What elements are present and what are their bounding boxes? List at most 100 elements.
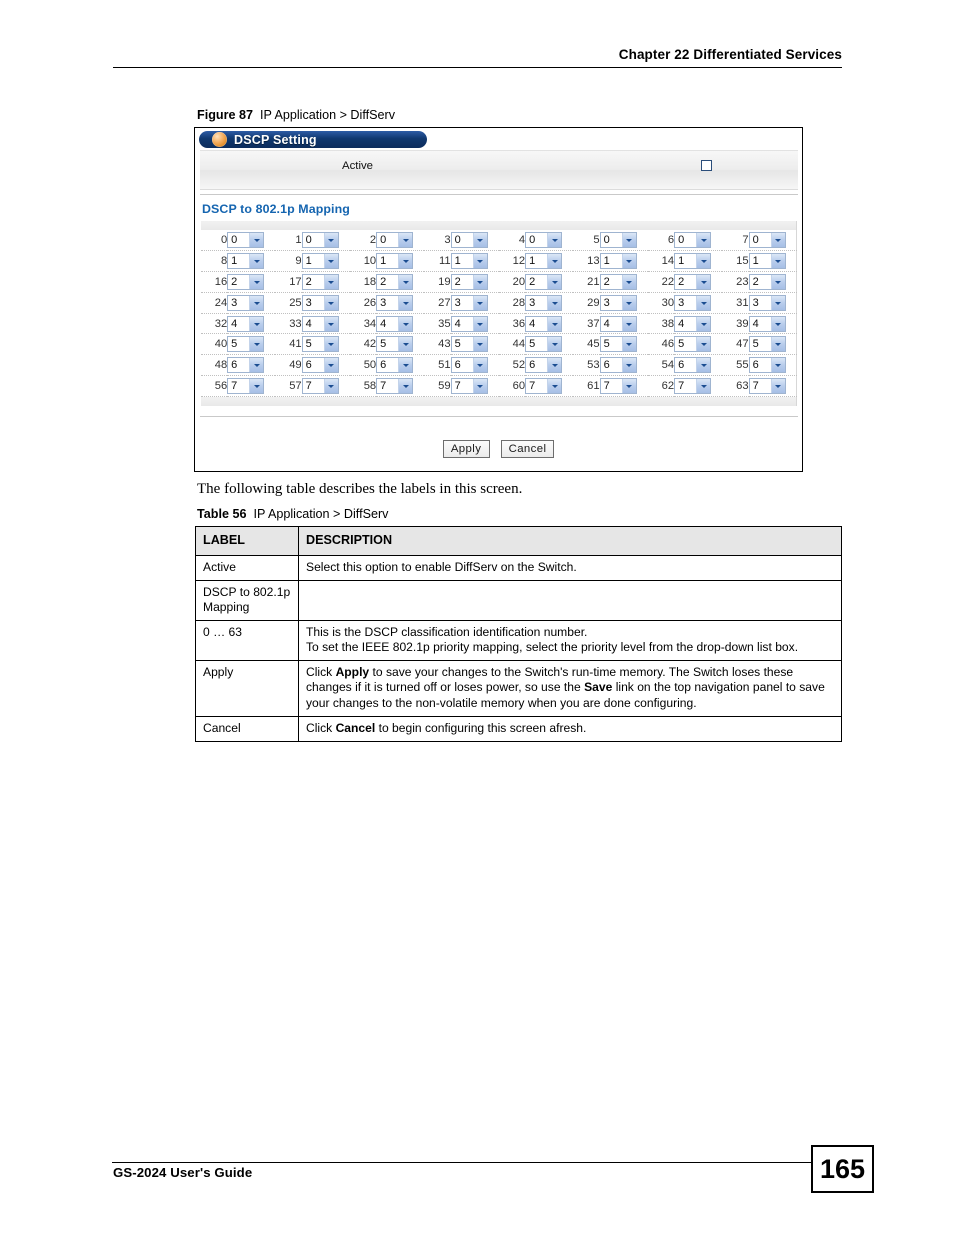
chevron-down-icon[interactable]	[621, 316, 636, 331]
priority-select[interactable]: 4	[599, 315, 637, 332]
chevron-down-icon[interactable]	[249, 337, 264, 352]
priority-select[interactable]: 6	[748, 357, 786, 374]
chevron-down-icon[interactable]	[472, 233, 487, 248]
active-checkbox[interactable]	[701, 160, 712, 171]
chevron-down-icon[interactable]	[249, 378, 264, 393]
chevron-down-icon[interactable]	[323, 337, 338, 352]
priority-select[interactable]: 7	[599, 377, 637, 394]
priority-select[interactable]: 7	[450, 377, 488, 394]
priority-select[interactable]: 2	[599, 273, 637, 290]
chevron-down-icon[interactable]	[472, 378, 487, 393]
chevron-down-icon[interactable]	[398, 274, 413, 289]
priority-select[interactable]: 7	[748, 377, 786, 394]
chevron-down-icon[interactable]	[621, 378, 636, 393]
priority-select[interactable]: 4	[748, 315, 786, 332]
priority-select[interactable]: 1	[450, 253, 488, 270]
chevron-down-icon[interactable]	[696, 274, 711, 289]
chevron-down-icon[interactable]	[696, 233, 711, 248]
priority-select[interactable]: 6	[450, 357, 488, 374]
priority-select[interactable]: 5	[748, 336, 786, 353]
chevron-down-icon[interactable]	[621, 358, 636, 373]
chevron-down-icon[interactable]	[323, 233, 338, 248]
chevron-down-icon[interactable]	[323, 378, 338, 393]
chevron-down-icon[interactable]	[547, 316, 562, 331]
chevron-down-icon[interactable]	[770, 358, 785, 373]
priority-select[interactable]: 0	[450, 232, 488, 249]
priority-select[interactable]: 3	[599, 294, 637, 311]
priority-select[interactable]: 4	[674, 315, 712, 332]
apply-button[interactable]: Apply	[442, 440, 490, 458]
priority-select[interactable]: 7	[674, 377, 712, 394]
chevron-down-icon[interactable]	[249, 233, 264, 248]
chevron-down-icon[interactable]	[547, 233, 562, 248]
chevron-down-icon[interactable]	[398, 316, 413, 331]
priority-select[interactable]: 5	[450, 336, 488, 353]
priority-select[interactable]: 0	[674, 232, 712, 249]
chevron-down-icon[interactable]	[398, 295, 413, 310]
chevron-down-icon[interactable]	[323, 316, 338, 331]
priority-select[interactable]: 4	[227, 315, 265, 332]
priority-select[interactable]: 6	[301, 357, 339, 374]
priority-select[interactable]: 3	[227, 294, 265, 311]
chevron-down-icon[interactable]	[770, 337, 785, 352]
chevron-down-icon[interactable]	[621, 295, 636, 310]
priority-select[interactable]: 3	[376, 294, 414, 311]
chevron-down-icon[interactable]	[547, 378, 562, 393]
chevron-down-icon[interactable]	[696, 337, 711, 352]
chevron-down-icon[interactable]	[472, 358, 487, 373]
chevron-down-icon[interactable]	[696, 254, 711, 269]
priority-select[interactable]: 0	[301, 232, 339, 249]
priority-select[interactable]: 7	[376, 377, 414, 394]
priority-select[interactable]: 7	[525, 377, 563, 394]
chevron-down-icon[interactable]	[770, 233, 785, 248]
priority-select[interactable]: 5	[376, 336, 414, 353]
priority-select[interactable]: 2	[748, 273, 786, 290]
chevron-down-icon[interactable]	[696, 358, 711, 373]
priority-select[interactable]: 2	[525, 273, 563, 290]
priority-select[interactable]: 5	[301, 336, 339, 353]
chevron-down-icon[interactable]	[323, 295, 338, 310]
chevron-down-icon[interactable]	[323, 254, 338, 269]
priority-select[interactable]: 3	[301, 294, 339, 311]
priority-select[interactable]: 0	[376, 232, 414, 249]
chevron-down-icon[interactable]	[696, 316, 711, 331]
priority-select[interactable]: 1	[599, 253, 637, 270]
priority-select[interactable]: 3	[525, 294, 563, 311]
priority-select[interactable]: 2	[674, 273, 712, 290]
priority-select[interactable]: 6	[227, 357, 265, 374]
chevron-down-icon[interactable]	[621, 233, 636, 248]
priority-select[interactable]: 0	[599, 232, 637, 249]
chevron-down-icon[interactable]	[696, 295, 711, 310]
priority-select[interactable]: 0	[525, 232, 563, 249]
priority-select[interactable]: 4	[376, 315, 414, 332]
priority-select[interactable]: 5	[599, 336, 637, 353]
chevron-down-icon[interactable]	[398, 337, 413, 352]
priority-select[interactable]: 1	[376, 253, 414, 270]
priority-select[interactable]: 7	[301, 377, 339, 394]
priority-select[interactable]: 1	[525, 253, 563, 270]
priority-select[interactable]: 5	[674, 336, 712, 353]
priority-select[interactable]: 2	[376, 273, 414, 290]
chevron-down-icon[interactable]	[249, 358, 264, 373]
chevron-down-icon[interactable]	[770, 378, 785, 393]
chevron-down-icon[interactable]	[398, 378, 413, 393]
chevron-down-icon[interactable]	[547, 274, 562, 289]
priority-select[interactable]: 1	[674, 253, 712, 270]
chevron-down-icon[interactable]	[472, 295, 487, 310]
chevron-down-icon[interactable]	[472, 274, 487, 289]
chevron-down-icon[interactable]	[323, 358, 338, 373]
priority-select[interactable]: 6	[376, 357, 414, 374]
chevron-down-icon[interactable]	[249, 295, 264, 310]
chevron-down-icon[interactable]	[249, 316, 264, 331]
priority-select[interactable]: 6	[674, 357, 712, 374]
priority-select[interactable]: 3	[748, 294, 786, 311]
cancel-button[interactable]: Cancel	[500, 440, 555, 458]
priority-select[interactable]: 5	[525, 336, 563, 353]
priority-select[interactable]: 6	[525, 357, 563, 374]
chevron-down-icon[interactable]	[398, 233, 413, 248]
chevron-down-icon[interactable]	[472, 316, 487, 331]
chevron-down-icon[interactable]	[472, 337, 487, 352]
chevron-down-icon[interactable]	[621, 337, 636, 352]
priority-select[interactable]: 4	[450, 315, 488, 332]
chevron-down-icon[interactable]	[398, 254, 413, 269]
